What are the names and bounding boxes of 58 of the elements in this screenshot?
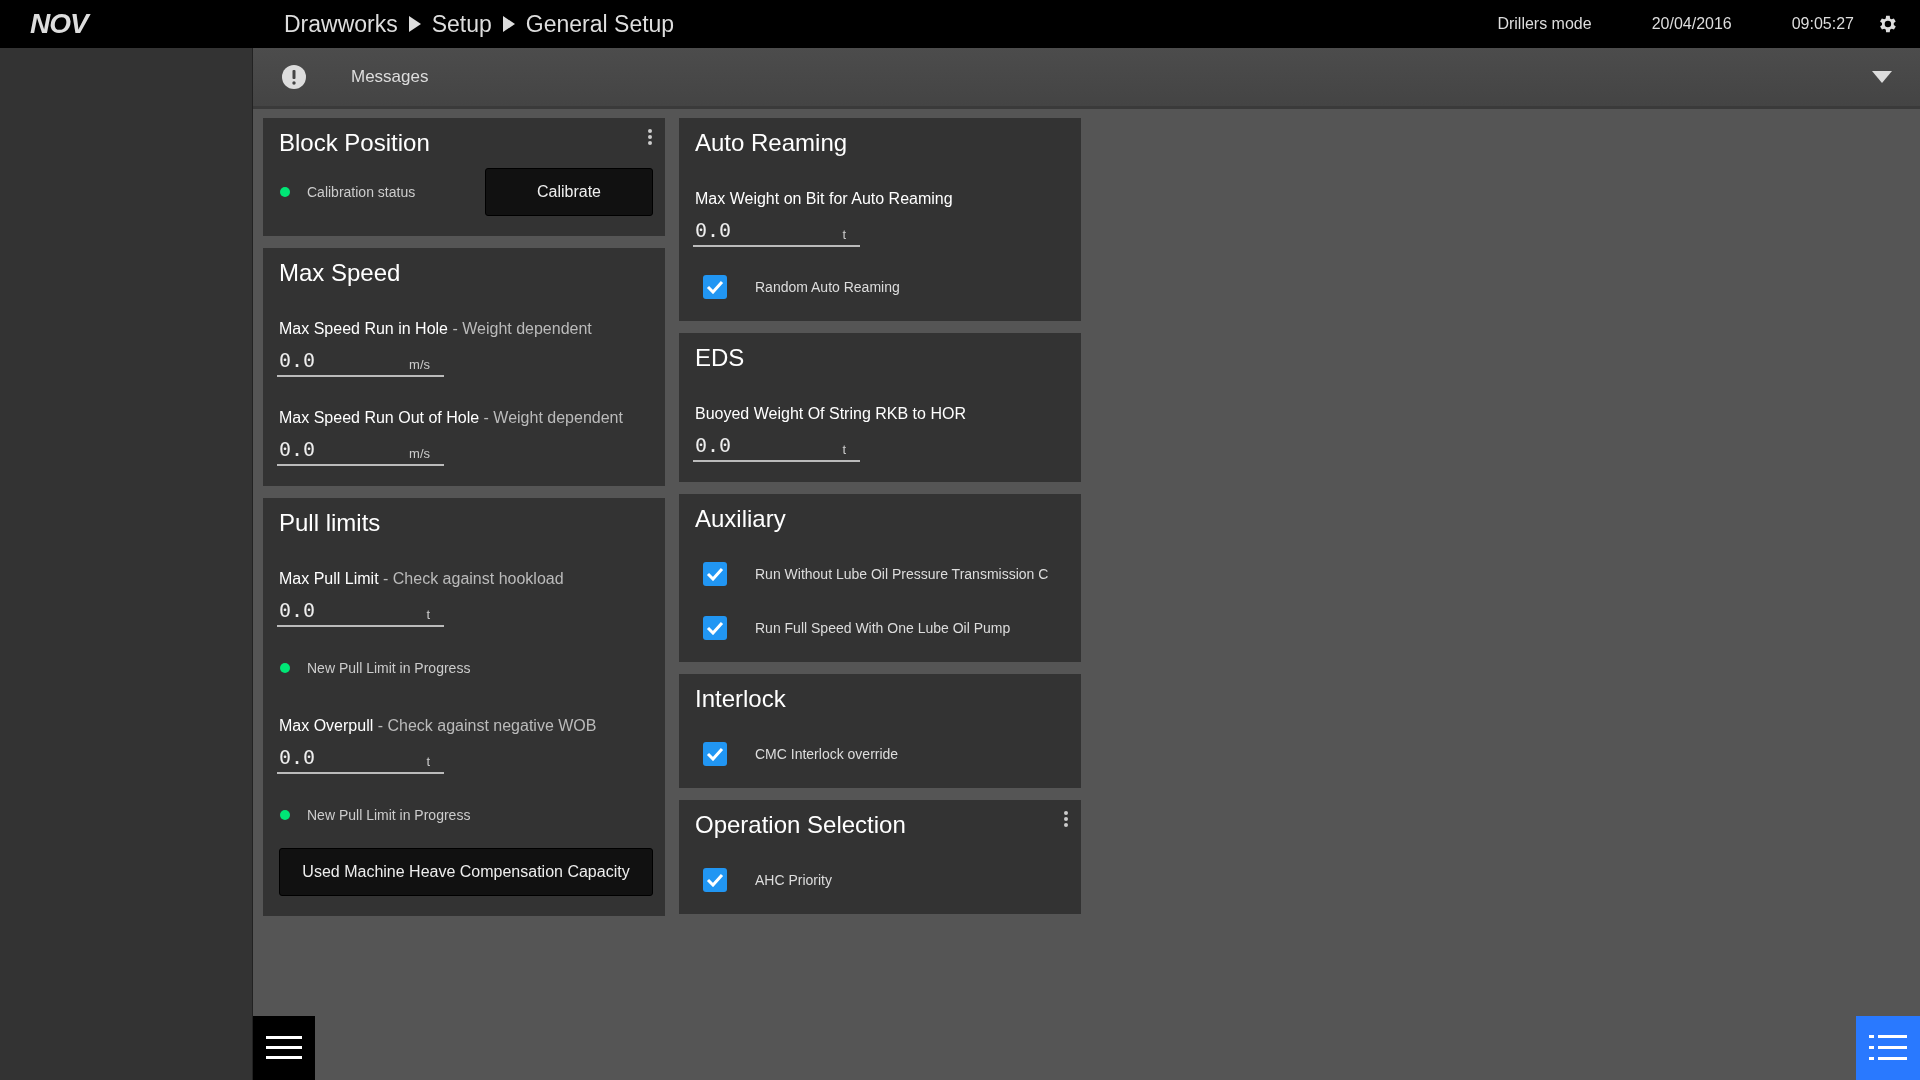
- checkbox-label: Run Without Lube Oil Pressure Transmission C: [755, 566, 1049, 582]
- input-field[interactable]: 0.0 t: [693, 214, 860, 247]
- checkbox-label: Run Full Speed With One Lube Oil Pump: [755, 620, 1011, 636]
- checkbox[interactable]: [703, 742, 727, 766]
- field-label: Max Speed Run Out of Hole - Weight dependent: [279, 409, 624, 427]
- input-field[interactable]: 0.0 t: [277, 594, 444, 627]
- breadcrumb[interactable]: General Setup: [525, 10, 675, 38]
- card-title: Operation Selection: [695, 810, 906, 840]
- card-title: Auxiliary: [695, 504, 786, 534]
- check-icon: [706, 621, 724, 635]
- checkbox[interactable]: [703, 275, 727, 299]
- checkbox-label: CMC Interlock override: [755, 746, 899, 762]
- card-title: Pull limits: [279, 508, 381, 538]
- field-label: Max Weight on Bit for Auto Reaming: [695, 190, 954, 208]
- card-title: Block Position: [279, 128, 430, 158]
- mode-label: Drillers mode: [1497, 15, 1592, 33]
- field-label: Max Pull Limit - Check against hookload: [279, 570, 565, 588]
- list-icon: [1869, 1035, 1907, 1061]
- breadcrumb[interactable]: Drawworks: [284, 10, 398, 38]
- check-icon: [706, 747, 724, 761]
- card-title: Auto Reaming: [695, 128, 848, 158]
- card-title: Max Speed: [279, 258, 401, 288]
- breadcrumb[interactable]: Setup: [431, 10, 492, 38]
- field-label: Max Speed Run in Hole - Weight dependent: [279, 320, 593, 338]
- hamburger-icon: [266, 1036, 302, 1060]
- status-label: Calibration status: [307, 184, 417, 200]
- time-label: 09:05:27: [1791, 15, 1854, 33]
- chevron-icon: [501, 15, 516, 33]
- list-button[interactable]: [1856, 1016, 1920, 1080]
- messages-bar[interactable]: Messages: [253, 48, 1920, 109]
- checkbox-label: AHC Priority: [755, 872, 832, 888]
- checkbox[interactable]: [703, 868, 727, 892]
- field-label: Buoyed Weight Of String RKB to HOR: [695, 405, 967, 423]
- action-button[interactable]: Used Machine Heave Compensation Capacity: [279, 848, 653, 896]
- status-label: New Pull Limit in Progress: [307, 807, 472, 823]
- date-label: 20/04/2016: [1651, 15, 1732, 33]
- card-title: EDS: [695, 343, 745, 373]
- calibrate-button[interactable]: Calibrate: [485, 168, 653, 216]
- checkbox[interactable]: [703, 616, 727, 640]
- input-field[interactable]: 0.0 t: [277, 741, 444, 774]
- input-field[interactable]: 0.0 t: [693, 429, 860, 462]
- input-field[interactable]: 0.0 m/s: [277, 433, 444, 466]
- field-label: Max Overpull - Check against negative WOB: [279, 717, 598, 735]
- alert-icon: [281, 64, 307, 90]
- card-title: Interlock: [695, 684, 786, 714]
- status-label: New Pull Limit in Progress: [307, 660, 472, 676]
- input-field[interactable]: 0.0 m/s: [277, 344, 444, 377]
- check-icon: [706, 567, 724, 581]
- checkbox[interactable]: [703, 562, 727, 586]
- menu-button[interactable]: [253, 1016, 315, 1080]
- chevron-icon: [407, 15, 422, 33]
- checkbox-label: Random Auto Reaming: [755, 279, 900, 295]
- kebab-menu-icon[interactable]: [647, 128, 653, 146]
- caret-icon[interactable]: [1872, 71, 1892, 83]
- check-icon: [706, 280, 724, 294]
- messages-label: Messages: [351, 67, 430, 87]
- kebab-menu-icon[interactable]: [1063, 810, 1069, 828]
- check-icon: [706, 873, 724, 887]
